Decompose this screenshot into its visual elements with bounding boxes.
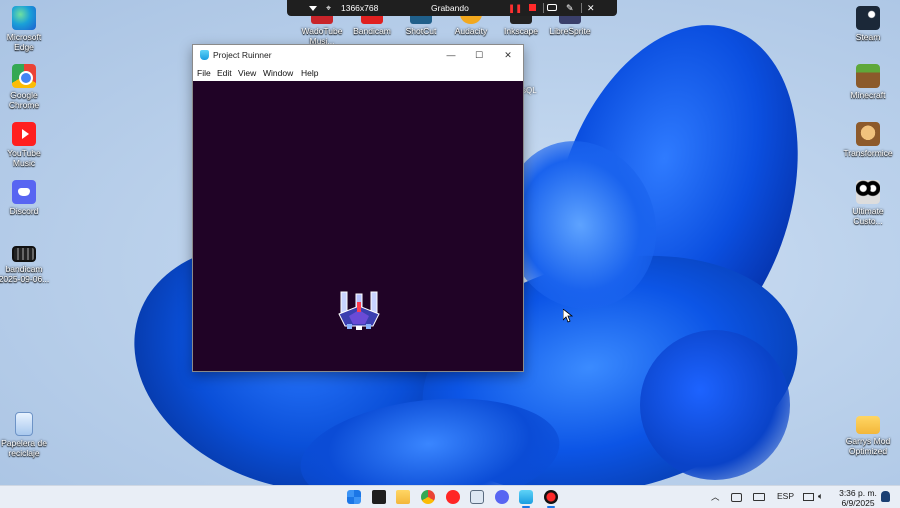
recording-status: Grabando — [431, 3, 469, 13]
desktop-icon-minecraft[interactable]: Minecraft — [840, 64, 896, 101]
recording-toolbar: ⌖ 1366x768 Grabando ❚❚ ✎ ✕ — [287, 0, 617, 16]
network-app-icon[interactable] — [731, 493, 742, 502]
desktop-icon-label: Discord — [9, 206, 39, 216]
discord-icon[interactable] — [495, 490, 509, 504]
menu-file[interactable]: File — [197, 68, 211, 78]
close-button[interactable]: ✕ — [494, 47, 522, 63]
cursor-icon[interactable]: ⌖ — [326, 3, 331, 14]
language-indicator[interactable]: ESP — [777, 491, 794, 501]
desktop-icon-label: Bandicam — [353, 26, 391, 36]
app-icon — [200, 50, 209, 60]
desktop-icon-chrome[interactable]: Google Chrome — [0, 64, 52, 110]
taskbar: ︿ ESP 🔈︎ 3:36 p. m. 6/9/2025 — [0, 485, 900, 508]
keyboard-icon[interactable] — [753, 493, 765, 501]
desktop-icon-steam[interactable]: Steam — [840, 6, 896, 43]
notification-bell-icon[interactable] — [881, 491, 890, 502]
transformice-icon — [856, 122, 880, 146]
youtube-music-icon — [12, 122, 36, 146]
desktop-icon-label: Inkscape — [503, 26, 539, 36]
menu-bar: File Edit View Window Help — [193, 65, 523, 81]
close-icon[interactable]: ✕ — [587, 3, 595, 14]
window-title: Project Ruinner — [213, 50, 272, 60]
recording-resolution: 1366x768 — [341, 3, 379, 13]
clock-date: 6/9/2025 — [841, 498, 875, 508]
desktop-icon-recycle-bin[interactable]: Papelera de reciclaje — [0, 412, 52, 458]
menu-edit[interactable]: Edit — [217, 68, 232, 78]
desktop-icon-label: LibreSprite — [549, 26, 591, 36]
discord-icon — [12, 180, 36, 204]
bandicam-taskbar-icon[interactable] — [544, 490, 558, 504]
desktop-icon-label: YouTube Music — [7, 148, 41, 168]
ultimate-custom-night-icon — [856, 180, 880, 204]
project-runner-taskbar-icon[interactable] — [519, 490, 533, 504]
recycle-bin-icon — [15, 412, 33, 436]
desktop-icon-youtube-music[interactable]: YouTube Music — [0, 122, 52, 168]
partial-desktop-label: sQL — [522, 86, 537, 95]
desktop-icon-bandicam-video[interactable]: bandicam 2025-09-06... — [0, 242, 52, 284]
game-canvas[interactable] — [193, 81, 523, 371]
file-explorer-icon[interactable] — [396, 490, 410, 504]
minecraft-icon — [856, 64, 880, 88]
folder-icon — [856, 416, 880, 434]
chrome-icon — [12, 64, 36, 88]
minimize-button[interactable]: — — [437, 47, 465, 63]
stop-icon[interactable] — [529, 4, 536, 11]
pencil-icon[interactable]: ✎ — [566, 3, 574, 14]
camera-icon[interactable] — [547, 4, 557, 11]
menu-view[interactable]: View — [238, 68, 256, 78]
desktop-icon-label: Audacity — [454, 26, 488, 36]
desktop-icon-label: Microsoft Edge — [6, 32, 42, 52]
terminal-icon[interactable] — [372, 490, 386, 504]
desktop-icon-ultimate-custom-night[interactable]: Ultimate Custo... — [840, 180, 896, 226]
chevron-down-icon[interactable] — [309, 6, 317, 11]
desktop-icon-label: Minecraft — [850, 90, 886, 100]
app-face-icon[interactable] — [470, 490, 484, 504]
desktop-icon-transformice[interactable]: Transformice — [840, 122, 896, 159]
desktop-icon-discord[interactable]: Discord — [0, 180, 52, 217]
menu-window[interactable]: Window — [263, 68, 293, 78]
clock[interactable]: 3:36 p. m. 6/9/2025 — [838, 488, 878, 508]
network-icon[interactable] — [803, 493, 814, 501]
window-titlebar[interactable]: Project Ruinner — ☐ ✕ — [193, 45, 523, 65]
desktop-icon-edge[interactable]: Microsoft Edge — [0, 6, 52, 52]
clock-time: 3:36 p. m. — [839, 488, 877, 498]
desktop-icon-label: Garrys Mod Optimized — [845, 436, 891, 456]
edge-icon — [12, 6, 36, 30]
desktop-icon-label: Ultimate Custo... — [852, 206, 884, 226]
maximize-button[interactable]: ☐ — [465, 47, 493, 63]
youtube-music-icon[interactable] — [446, 490, 460, 504]
desktop-icon-garrys-mod[interactable]: Garrys Mod Optimized — [840, 410, 896, 456]
wallpaper-bloom — [640, 330, 790, 480]
mouse-cursor-icon — [563, 309, 573, 323]
divider — [581, 3, 582, 13]
steam-icon — [856, 6, 880, 30]
volume-icon[interactable]: 🔈︎ — [818, 491, 823, 502]
video-file-icon — [12, 246, 36, 262]
desktop-icon-label: Steam — [855, 32, 881, 42]
pause-icon[interactable]: ❚❚ — [508, 3, 522, 14]
app-window: Project Ruinner — ☐ ✕ File Edit View Win… — [192, 44, 524, 372]
desktop-icon-label: Transformice — [843, 148, 893, 158]
chevron-up-icon[interactable]: ︿ — [711, 491, 720, 503]
menu-help[interactable]: Help — [301, 68, 318, 78]
spaceship-sprite — [338, 291, 380, 330]
divider — [543, 3, 544, 13]
start-button[interactable] — [347, 490, 361, 504]
desktop-icon-label: Papelera de reciclaje — [1, 438, 47, 458]
desktop-icon-label: ShotCut — [405, 26, 437, 36]
chrome-icon[interactable] — [421, 490, 435, 504]
desktop-icon-label: Google Chrome — [8, 90, 40, 110]
desktop-icon-label: bandicam 2025-09-06... — [0, 264, 50, 284]
